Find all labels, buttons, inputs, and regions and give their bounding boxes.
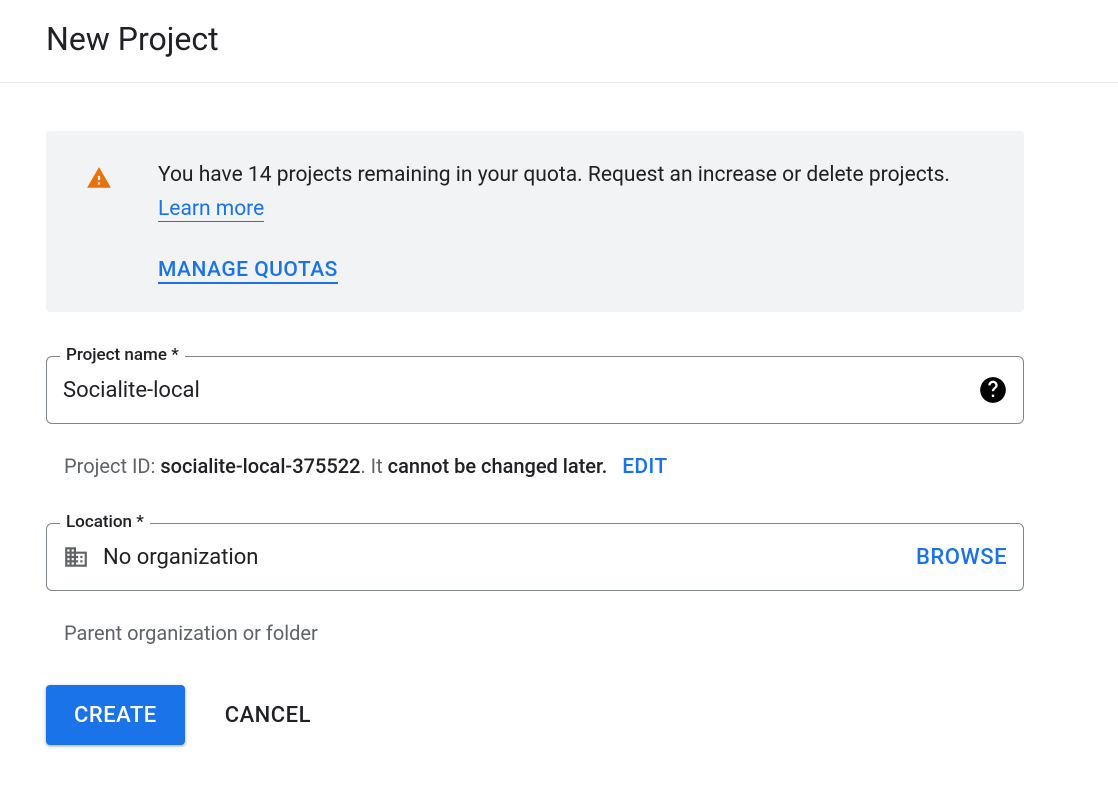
project-name-label: Project name * bbox=[60, 345, 185, 365]
page-title: New Project bbox=[46, 20, 1072, 58]
project-id-emphasis: cannot be changed later. bbox=[388, 454, 608, 478]
quota-message-text: You have 14 projects remaining in your q… bbox=[158, 163, 950, 187]
location-helper: Parent organization or folder bbox=[46, 607, 1024, 645]
quota-notice-body: You have 14 projects remaining in your q… bbox=[158, 159, 992, 284]
cancel-button[interactable]: CANCEL bbox=[225, 703, 311, 728]
warning-icon bbox=[86, 165, 112, 191]
page-header: New Project bbox=[0, 0, 1118, 83]
learn-more-link[interactable]: Learn more bbox=[158, 197, 264, 222]
quota-message: You have 14 projects remaining in your q… bbox=[158, 159, 992, 226]
manage-quotas-link[interactable]: MANAGE QUOTAS bbox=[158, 258, 338, 284]
location-field: Location * No organization BROWSE bbox=[46, 523, 1024, 591]
project-name-input-row bbox=[46, 356, 1024, 424]
help-icon[interactable] bbox=[979, 376, 1007, 404]
project-id-helper: Project ID: socialite-local-375522. It c… bbox=[46, 440, 1024, 479]
location-input-row: No organization BROWSE bbox=[46, 523, 1024, 591]
action-buttons: CREATE CANCEL bbox=[46, 685, 1024, 745]
quota-notice: You have 14 projects remaining in your q… bbox=[46, 131, 1024, 312]
project-id-value: socialite-local-375522 bbox=[160, 454, 360, 478]
browse-button[interactable]: BROWSE bbox=[916, 545, 1007, 570]
form-content: You have 14 projects remaining in your q… bbox=[0, 83, 1070, 765]
project-id-mid: . It bbox=[360, 454, 387, 478]
edit-project-id-button[interactable]: EDIT bbox=[622, 455, 667, 479]
project-name-field: Project name * bbox=[46, 356, 1024, 424]
location-label: Location * bbox=[60, 512, 150, 532]
location-value: No organization bbox=[63, 544, 916, 570]
organization-icon bbox=[63, 544, 89, 570]
location-text: No organization bbox=[103, 545, 258, 570]
project-name-input[interactable] bbox=[63, 378, 979, 403]
project-id-prefix: Project ID: bbox=[64, 454, 160, 478]
create-button[interactable]: CREATE bbox=[46, 685, 185, 745]
